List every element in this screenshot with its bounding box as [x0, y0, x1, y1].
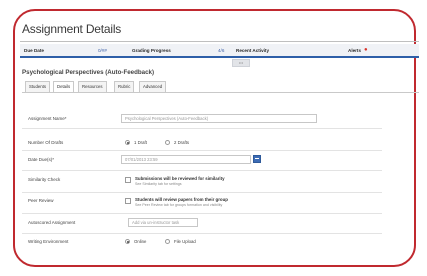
date-due-input[interactable]: 07/01/2013 23:59 [121, 155, 251, 164]
due-count: 0/## [98, 48, 107, 53]
assignment-subtitle: Psychological Perspectives (Auto-Feedbac… [22, 69, 155, 76]
row-divider [22, 213, 382, 214]
two-drafts-label: 2 Drafts [174, 140, 190, 145]
status-bar: Due Date 0/## Grading Progress 4/6 Recen… [20, 44, 419, 58]
tab-details[interactable]: Details [53, 81, 75, 92]
similarity-hint: See Similarity tab for settings [135, 182, 182, 186]
similarity-title: Submissions will be reviewed for similar… [135, 176, 225, 181]
drag-handle[interactable]: ••• [232, 59, 250, 67]
date-due-label: Date Due(s)* [28, 157, 55, 162]
tab-resources[interactable]: Resources [78, 81, 107, 92]
tab-divider [22, 92, 419, 93]
peer-review-checkbox[interactable] [125, 198, 131, 204]
peer-review-label: Peer Review [28, 198, 54, 203]
recent-activity-tab[interactable]: Recent Activity [236, 48, 269, 53]
grading-count: 4/6 [218, 48, 225, 53]
grading-progress-tab[interactable]: Grading Progress [132, 48, 171, 53]
tab-students[interactable]: Students [25, 81, 50, 92]
drafts-label: Number Of Drafts [28, 140, 64, 145]
assignment-name-input[interactable]: Psychological Perspectives (Auto-Feedbac… [121, 114, 317, 123]
similarity-checkbox[interactable] [125, 177, 131, 183]
title-divider [20, 41, 419, 42]
writing-env-label: Writing Environment [28, 239, 69, 244]
online-label: Online [134, 239, 147, 244]
file-upload-radio[interactable] [165, 239, 170, 244]
row-divider [22, 192, 382, 193]
assignment-name-label: Assignment Name* [28, 116, 67, 121]
file-upload-label: File Upload [174, 239, 196, 244]
alerts-tab[interactable]: Alerts [348, 48, 361, 53]
tab-rubric[interactable]: Rubric [114, 81, 135, 92]
one-draft-radio[interactable] [125, 140, 130, 145]
row-divider [22, 233, 382, 234]
peer-review-hint: See Peer Review tab for groups formation… [135, 203, 223, 207]
row-divider [22, 150, 382, 151]
row-divider [22, 170, 382, 171]
autoscored-input[interactable]: Add via un-instructor task [128, 218, 198, 227]
peer-review-title: Students will review papers from their g… [135, 197, 228, 202]
online-radio[interactable] [125, 239, 130, 244]
alert-icon: ● [364, 47, 368, 53]
one-draft-label: 1 Draft [134, 140, 147, 145]
calendar-icon[interactable] [253, 155, 261, 163]
autoscored-label: Autoscored Assignment [28, 220, 76, 225]
two-drafts-radio[interactable] [165, 140, 170, 145]
tab-advanced[interactable]: Advanced [139, 81, 167, 92]
similarity-label: Similarity Check [28, 177, 61, 182]
row-divider [22, 128, 382, 129]
page-title: Assignment Details [22, 22, 122, 36]
due-date-tab[interactable]: Due Date [24, 48, 44, 53]
